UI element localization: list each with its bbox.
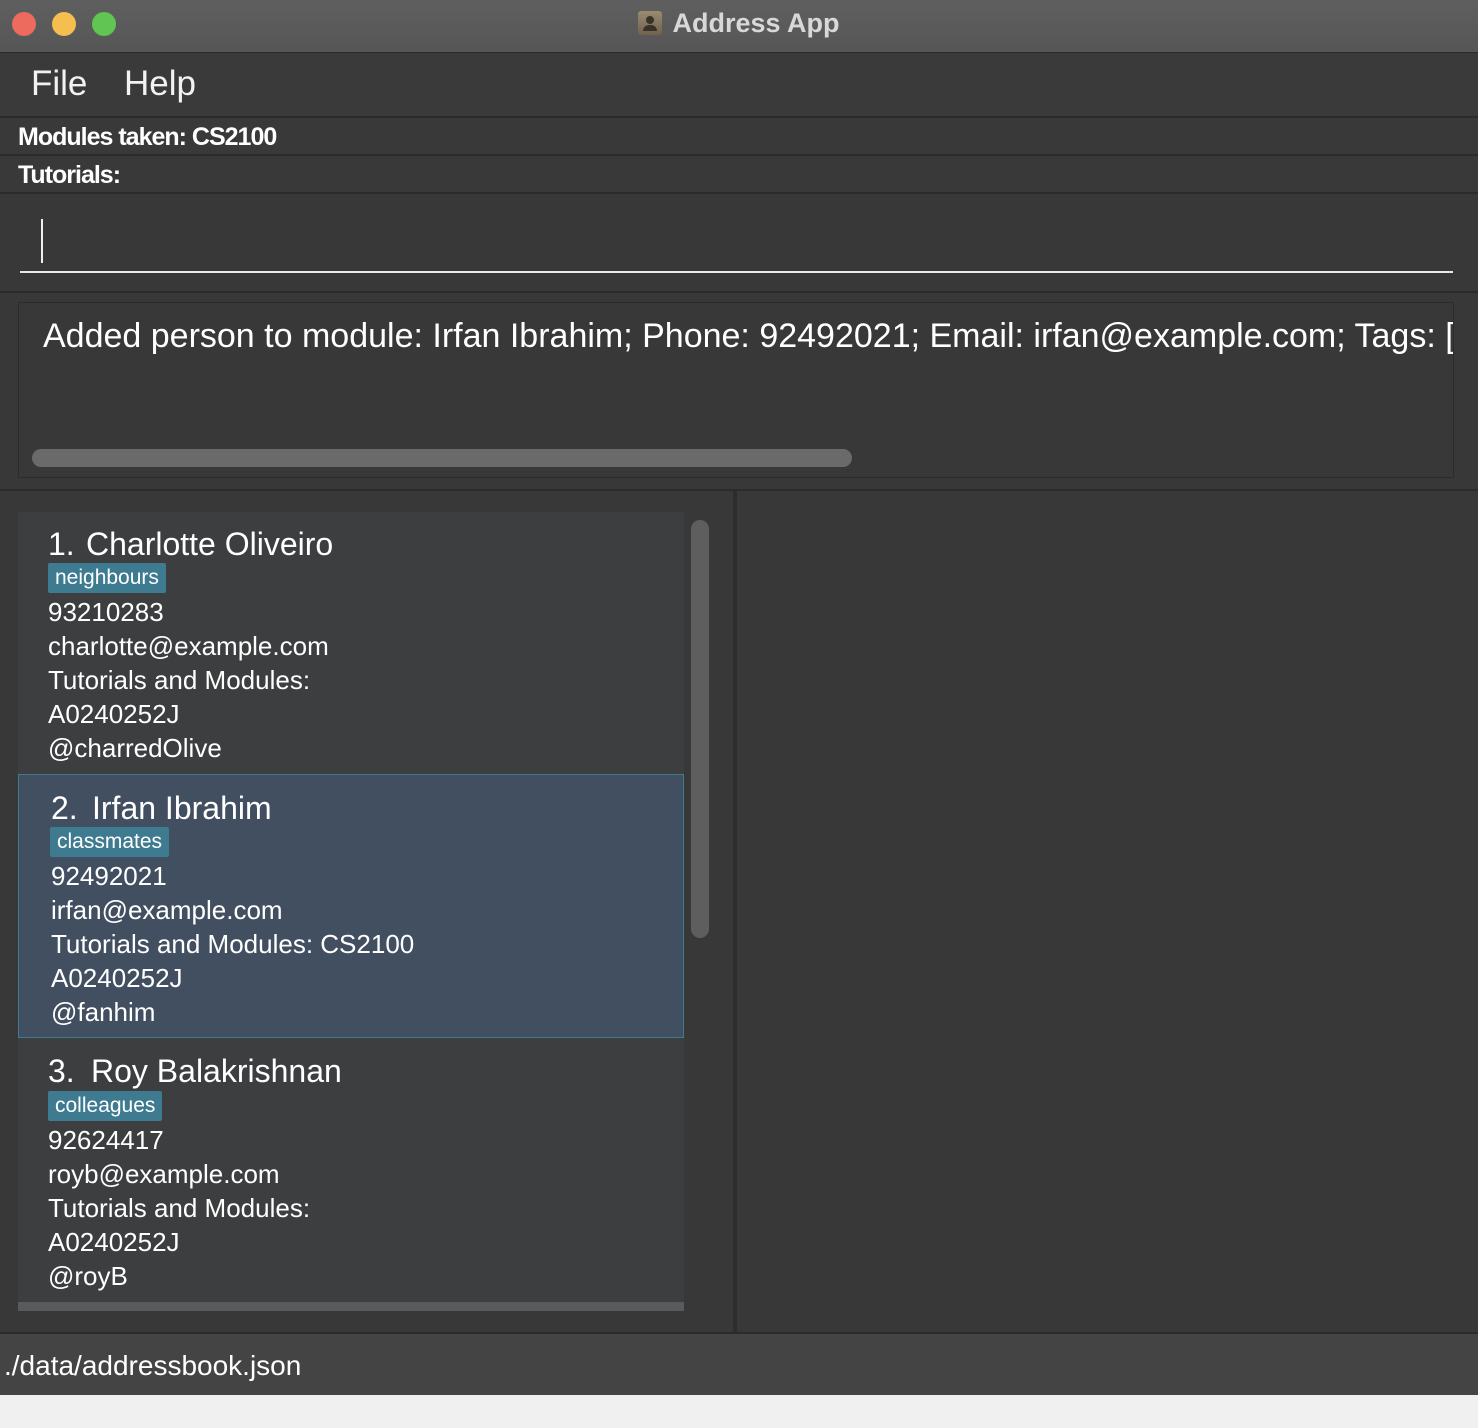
address-book-icon — [638, 11, 663, 35]
person-index: 1. — [48, 526, 75, 562]
result-message: Added person to module: Irfan Ibrahim; P… — [43, 317, 1454, 355]
tutorials-row: Tutorials: — [0, 156, 1478, 194]
menu-help[interactable]: Help — [124, 64, 196, 104]
person-tag: neighbours — [48, 563, 166, 593]
person-email: royb@example.com — [48, 1159, 280, 1189]
status-bar: ./data/addressbook.json — [0, 1332, 1478, 1395]
person-card[interactable]: 1. Charlotte Oliveiro neighbours 9321028… — [18, 512, 684, 776]
person-phone: 92492021 — [51, 861, 167, 891]
person-index: 3. — [48, 1053, 75, 1089]
save-file-path: ./data/addressbook.json — [4, 1350, 302, 1381]
list-horizontal-edge — [18, 1302, 684, 1311]
person-phone: 93210283 — [48, 597, 164, 627]
command-input[interactable] — [20, 205, 1453, 273]
person-modules: Tutorials and Modules: — [48, 665, 311, 695]
title-group: Address App — [0, 0, 1478, 46]
person-student-id: A0240252J — [51, 963, 183, 993]
result-horizontal-scrollbar[interactable] — [32, 449, 852, 467]
result-display[interactable]: Added person to module: Irfan Ibrahim; P… — [18, 302, 1454, 478]
modules-row: Modules taken: CS2100 — [0, 118, 1478, 156]
tutorials-label: Tutorials: — [18, 161, 121, 189]
person-phone: 92624417 — [48, 1125, 164, 1155]
person-name: Irfan Ibrahim — [92, 790, 272, 826]
person-tag: classmates — [50, 827, 170, 857]
person-email: irfan@example.com — [51, 895, 283, 925]
person-handle: @royB — [48, 1261, 128, 1291]
person-handle: @fanhim — [51, 997, 156, 1027]
person-index: 2. — [51, 790, 78, 826]
person-card-selected[interactable]: 2. Irfan Ibrahim classmates 92492021 irf… — [18, 774, 684, 1038]
person-modules: Tutorials and Modules: CS2100 — [51, 929, 415, 959]
window-title: Address App — [672, 7, 840, 38]
list-vertical-scrollbar[interactable] — [691, 520, 709, 938]
command-box — [0, 195, 1478, 293]
app-window: Address App File Help Modules taken: CS2… — [0, 0, 1478, 1395]
menu-bar: File Help — [0, 53, 1478, 118]
text-caret — [41, 219, 43, 263]
person-tag: colleagues — [48, 1091, 163, 1121]
person-name: Charlotte Oliveiro — [86, 526, 334, 562]
person-student-id: A0240252J — [48, 1227, 180, 1257]
panel-separator — [0, 489, 1478, 491]
person-card[interactable]: 3. Roy Balakrishnan colleagues 92624417 … — [18, 1039, 684, 1303]
person-modules: Tutorials and Modules: — [48, 1193, 311, 1223]
person-handle: @charredOlive — [48, 733, 222, 763]
person-email: charlotte@example.com — [48, 631, 329, 661]
person-student-id: A0240252J — [48, 699, 180, 729]
title-bar: Address App — [0, 0, 1478, 53]
split-pane-divider[interactable] — [733, 491, 737, 1332]
person-list[interactable]: 1. Charlotte Oliveiro neighbours 9321028… — [18, 512, 684, 1310]
person-name: Roy Balakrishnan — [91, 1053, 342, 1089]
modules-taken-label: Modules taken: CS2100 — [18, 123, 277, 151]
menu-file[interactable]: File — [31, 64, 87, 104]
